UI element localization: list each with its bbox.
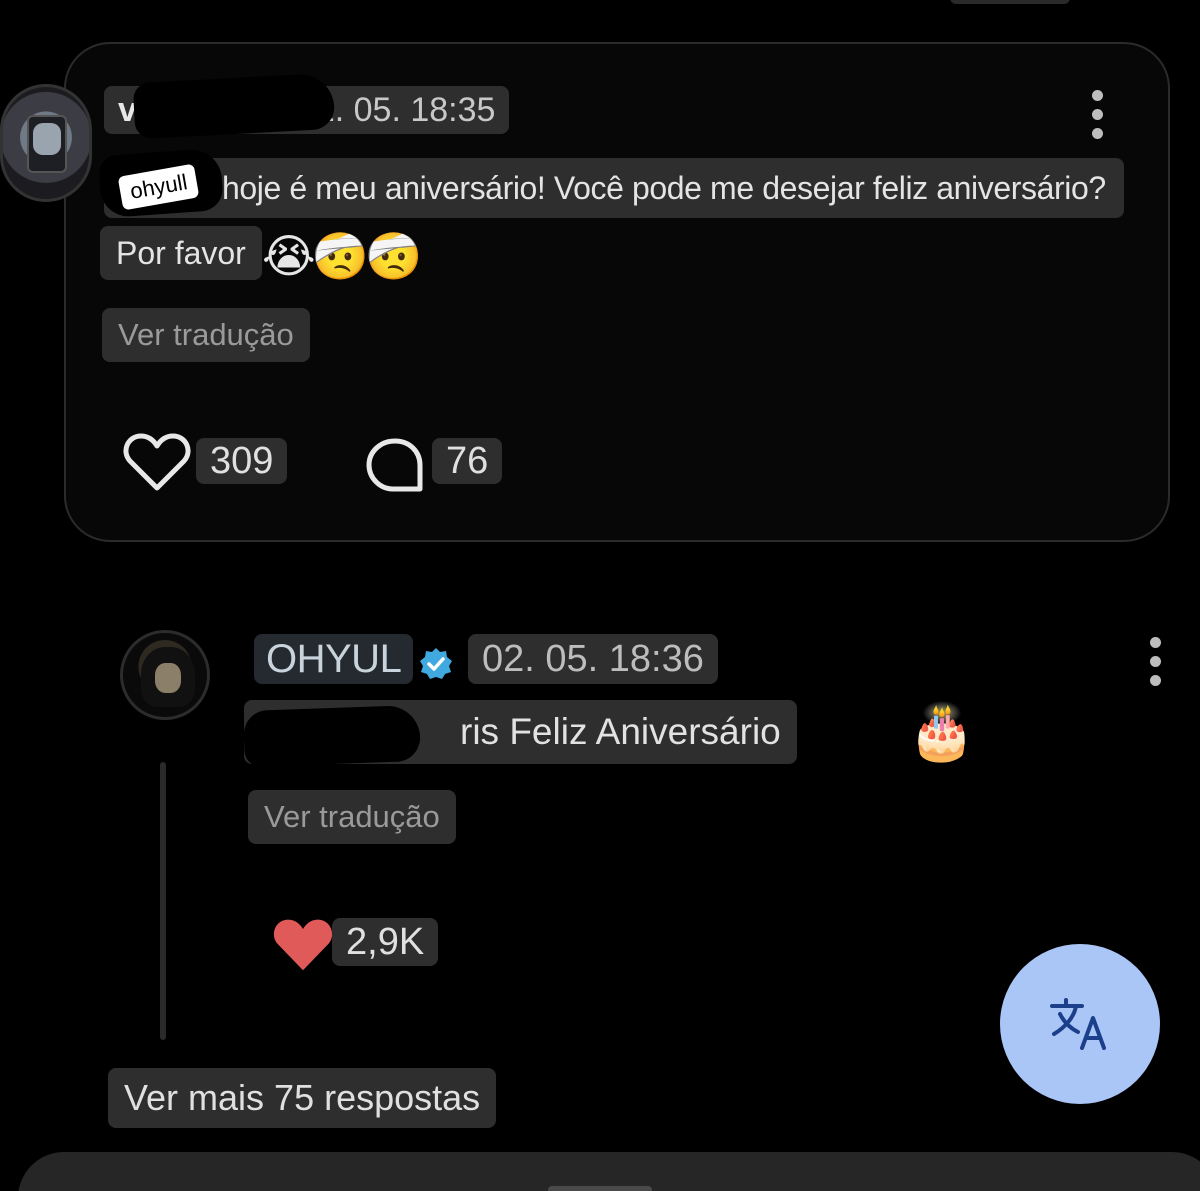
view-more-replies-button[interactable]: Ver mais 75 respostas — [108, 1068, 497, 1128]
post-translate-button[interactable]: Ver tradução — [102, 308, 310, 362]
reply-emoji: 🎂 — [908, 700, 976, 763]
verified-badge-icon — [420, 648, 452, 679]
top-edge — [950, 0, 1070, 4]
redaction-mark — [132, 72, 336, 140]
translate-fab-button[interactable] — [1000, 944, 1160, 1104]
translate-icon — [1050, 998, 1106, 1050]
thread-view: v 02. 05. 18:35 hoje é meu aniversário! … — [0, 0, 1200, 1191]
bottom-sheet-handle[interactable] — [548, 1186, 652, 1191]
reply-translate-button[interactable]: Ver tradução — [248, 790, 456, 844]
post-more-options-icon[interactable] — [1090, 90, 1104, 139]
like-heart-icon[interactable] — [122, 430, 192, 494]
redaction-mark — [243, 704, 421, 768]
reply-author-avatar[interactable] — [120, 630, 210, 720]
post-author-avatar[interactable] — [0, 84, 92, 202]
post-text-line1: hoje é meu aniversário! Você pode me des… — [104, 158, 1124, 218]
post-text-line2: Por favor — [100, 226, 262, 280]
liked-heart-icon[interactable] — [270, 914, 336, 974]
reply-like-count: 2,9K — [332, 918, 439, 966]
reply-author-username[interactable]: OHYUL — [254, 634, 414, 684]
comment-bubble-icon[interactable] — [364, 436, 426, 494]
post-emojis: 😭🤕🤕 — [262, 229, 422, 283]
post-comment-count: 76 — [432, 438, 503, 484]
thread-connector-line — [160, 762, 166, 1040]
reply-more-options-icon[interactable] — [1148, 637, 1162, 686]
reply-timestamp: 02. 05. 18:36 — [468, 634, 718, 684]
post-like-count: 309 — [196, 438, 288, 484]
